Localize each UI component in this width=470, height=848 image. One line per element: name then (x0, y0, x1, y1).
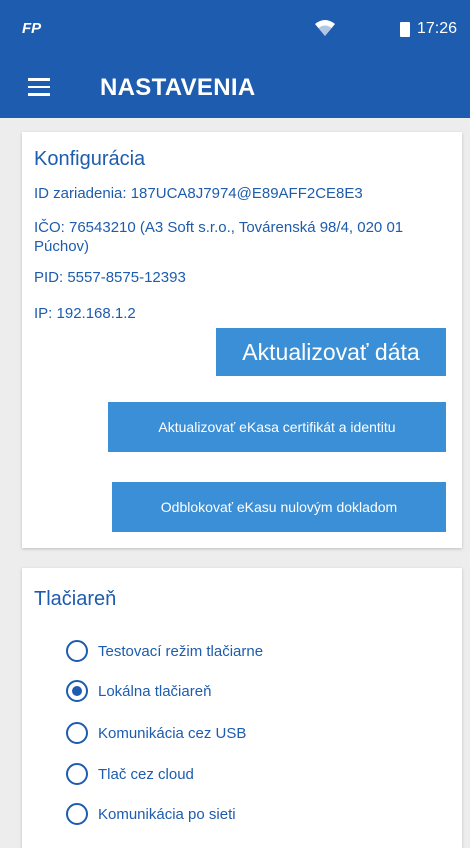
clock: 17:26 (417, 20, 458, 37)
ico-text: IČO: 76543210 (A3 Soft s.r.o., Továrensk… (34, 219, 404, 255)
radio-label: Komunikácia po sieti (98, 805, 236, 823)
wifi-icon (315, 20, 335, 36)
status-bar: FP 17:26 (0, 0, 470, 56)
printer-option-cloud[interactable]: Tlač cez cloud (66, 761, 194, 787)
app-bar: NASTAVENIA (0, 56, 470, 118)
hamburger-menu-icon[interactable] (28, 78, 50, 96)
printer-heading: Tlačiareň (34, 588, 117, 610)
radio-label: Komunikácia cez USB (98, 724, 247, 742)
update-certificate-button[interactable]: Aktualizovať eKasa certifikát a identitu (108, 402, 446, 452)
printer-option-network[interactable]: Komunikácia po sieti (66, 801, 236, 827)
device-id-text: ID zariadenia: 187UCA8J7974@E89AFF2CE8E3 (34, 185, 363, 202)
page-title: NASTAVENIA (100, 74, 256, 101)
pid-text: PID: 5557-8575-12393 (34, 269, 186, 286)
radio-unchecked-icon[interactable] (66, 722, 88, 744)
radio-unchecked-icon[interactable] (66, 763, 88, 785)
radio-checked-icon[interactable] (66, 680, 88, 702)
radio-unchecked-icon[interactable] (66, 803, 88, 825)
radio-unchecked-icon[interactable] (66, 640, 88, 662)
printer-option-usb[interactable]: Komunikácia cez USB (66, 720, 246, 746)
configuration-card: Konfigurácia ID zariadenia: 187UCA8J7974… (22, 132, 462, 548)
update-data-button[interactable]: Aktualizovať dáta (216, 328, 446, 376)
unblock-ekasa-button[interactable]: Odblokovať eKasu nulovým dokladom (112, 482, 446, 532)
battery-icon (400, 22, 410, 37)
printer-option-test-mode[interactable]: Testovací režim tlačiarne (66, 638, 263, 664)
radio-label: Tlač cez cloud (98, 765, 194, 783)
configuration-heading: Konfigurácia (34, 148, 146, 170)
printer-option-local[interactable]: Lokálna tlačiareň (66, 678, 211, 704)
radio-label: Testovací režim tlačiarne (98, 642, 264, 660)
ip-text: IP: 192.168.1.2 (34, 305, 136, 322)
radio-label: Lokálna tlačiareň (98, 682, 212, 700)
app-notification-icon: FP (22, 20, 42, 37)
printer-card: Tlačiareň Testovací režim tlačiarne Loká… (22, 568, 462, 848)
